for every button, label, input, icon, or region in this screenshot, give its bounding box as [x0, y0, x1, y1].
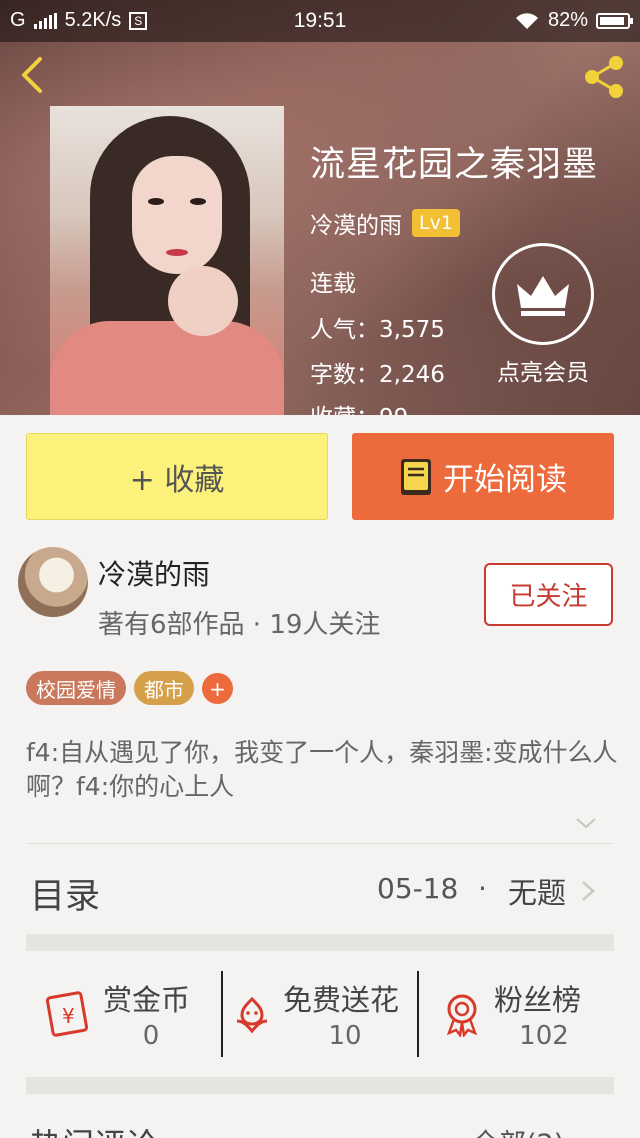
header-author-name[interactable]: 冷漠的雨 — [310, 206, 402, 240]
favorite-label: + 收藏 — [129, 462, 225, 498]
start-reading-label: 开始阅读 — [443, 462, 567, 498]
author-name[interactable]: 冷漠的雨 — [98, 553, 210, 593]
header-author: 冷漠的雨 Lv1 — [310, 206, 460, 240]
back-icon[interactable] — [14, 55, 54, 95]
tag-campus-romance[interactable]: 校园爱情 — [26, 671, 126, 705]
add-tag-button[interactable]: + — [202, 673, 233, 704]
author-card: 冷漠的雨 著有6部作品 · 19人关注 已关注 — [0, 537, 640, 647]
stat-value: 10 — [328, 1021, 362, 1051]
latest-chapter-title: 无题 — [508, 876, 567, 910]
fan-ranking-item[interactable]: 粉丝榜 102 — [419, 953, 614, 1077]
section-gap — [26, 1077, 614, 1094]
action-bar: + 收藏 开始阅读 — [0, 415, 640, 537]
stat-label: 赏金币 — [103, 983, 191, 1017]
avatar[interactable] — [18, 547, 88, 617]
crown-icon — [492, 243, 594, 345]
tag-label: 都市 — [144, 677, 184, 702]
tag-list: 校园爱情 都市 + — [26, 671, 233, 705]
red-envelope-icon: ¥ — [46, 991, 89, 1037]
tag-label: 校园爱情 — [36, 677, 116, 702]
author-stats: 著有6部作品 · 19人关注 — [98, 610, 381, 640]
popularity-count: 人气：3,575 — [310, 317, 445, 343]
tag-urban[interactable]: 都市 — [134, 671, 194, 705]
divider — [26, 843, 614, 844]
stat-label: 粉丝榜 — [494, 983, 582, 1017]
stat-value: 102 — [519, 1021, 569, 1051]
book-icon — [401, 458, 431, 495]
stats-bar: ¥ 赏金币 0 免费送花 10 粉丝榜 102 — [26, 953, 614, 1077]
word-count: 字数：2,246 — [310, 362, 445, 388]
stat-label: 免费送花 — [283, 983, 400, 1017]
book-header: G 5.2K/s S 19:51 82% 流星花园之秦羽墨 冷漠的雨 Lv1 连… — [0, 0, 640, 415]
favorites-count: 收藏：99 — [310, 398, 408, 415]
svg-text:¥: ¥ — [62, 1004, 75, 1028]
expand-chevron-icon[interactable] — [574, 815, 598, 831]
comments-title: 热门评论 — [30, 1120, 158, 1138]
latest-chapter-date: 05-18 — [377, 872, 459, 905]
flower-icon — [236, 996, 268, 1034]
table-of-contents-row[interactable]: 目录 05-18 · 无题 — [0, 846, 640, 934]
wifi-icon — [515, 12, 538, 29]
follow-label: 已关注 — [509, 582, 588, 612]
stat-value: 0 — [142, 1021, 160, 1051]
separator-dot: · — [478, 872, 487, 905]
battery-icon — [596, 12, 633, 29]
favorite-button[interactable]: + 收藏 — [26, 433, 328, 520]
status-bar: G 5.2K/s S 19:51 82% — [0, 0, 640, 42]
serial-status: 连载 — [310, 271, 356, 297]
book-cover[interactable] — [50, 106, 284, 415]
chevron-right-icon — [582, 881, 595, 901]
battery-percent: 82% — [547, 9, 588, 31]
book-title: 流星花园之秦羽墨 — [310, 145, 599, 185]
medal-icon — [446, 994, 478, 1037]
toc-title: 目录 — [30, 877, 101, 917]
vip-label: 点亮会员 — [497, 360, 589, 386]
all-comments-link[interactable]: 全部(2) — [472, 1122, 564, 1138]
free-flowers-item[interactable]: 免费送花 10 — [223, 953, 417, 1077]
share-icon[interactable] — [580, 54, 628, 100]
follow-button[interactable]: 已关注 — [484, 563, 613, 626]
vip-button[interactable]: 点亮会员 — [490, 243, 596, 387]
status-right: 82% — [514, 9, 633, 32]
reward-coins-item[interactable]: ¥ 赏金币 0 — [26, 953, 222, 1077]
start-reading-button[interactable]: 开始阅读 — [352, 433, 614, 520]
book-intro: f4:自从遇见了你，我变了一个人，秦羽墨:变成什么人啊？f4:你的心上人 — [26, 738, 618, 801]
section-gap — [26, 934, 614, 951]
level-badge: Lv1 — [412, 209, 460, 237]
hot-comments-section: 热门评论 全部(2) — [0, 1094, 640, 1138]
